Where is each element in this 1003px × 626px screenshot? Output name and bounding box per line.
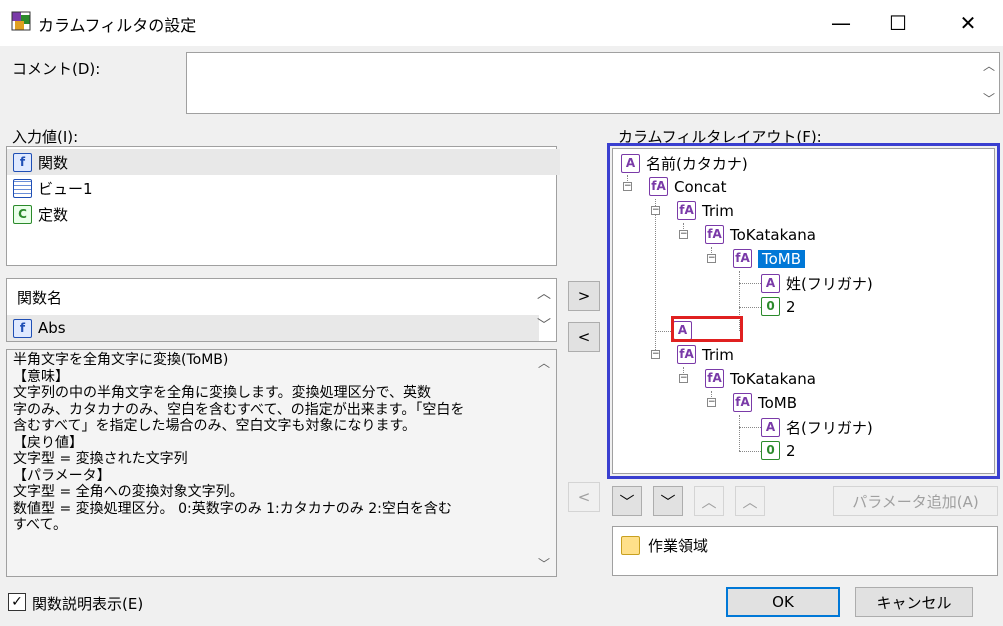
list-item[interactable]: f 関数 — [7, 149, 560, 175]
list-item[interactable]: C 定数 — [7, 201, 68, 227]
move-down-child-button[interactable]: ﹀ — [653, 486, 683, 516]
close-button[interactable]: ✕ — [945, 0, 991, 46]
list-item-label: 関数 — [38, 153, 69, 172]
function-icon: fA — [733, 393, 752, 412]
tree-node-selected[interactable]: fA ToMB — [733, 249, 806, 268]
collapse-icon[interactable]: − — [707, 254, 716, 263]
tree-node[interactable]: A 名(フリガナ) — [761, 417, 873, 438]
workspace-panel[interactable]: 作業領域 — [612, 526, 998, 576]
tree-node[interactable]: fA ToMB — [733, 393, 797, 412]
cancel-button[interactable]: キャンセル — [855, 587, 973, 617]
add-right-button[interactable]: > — [568, 281, 600, 311]
tree-node[interactable]: fA ToKatakana — [705, 369, 816, 388]
comment-scrollbar[interactable]: ︿ ﹀ — [979, 53, 999, 113]
function-icon: fA — [677, 201, 696, 220]
chevron-down-icon: ﹀ — [619, 492, 635, 511]
function-icon: fA — [677, 345, 696, 364]
empty-parameter-highlight — [671, 316, 743, 342]
tree-node[interactable]: 0 2 — [761, 441, 796, 460]
function-icon: fA — [705, 369, 724, 388]
collapse-icon[interactable]: − — [651, 206, 660, 215]
move-left-button[interactable]: < — [568, 482, 600, 512]
scroll-down-icon[interactable]: ﹀ — [534, 315, 554, 335]
app-icon — [10, 10, 32, 32]
scroll-down-icon[interactable]: ﹀ — [979, 90, 999, 107]
list-item[interactable]: ビュー1 — [7, 175, 93, 201]
layout-tree[interactable]: − − − − − − − A 名前(カタカナ) fA Concat fA Tr… — [612, 148, 995, 474]
collapse-icon[interactable]: − — [651, 350, 660, 359]
function-icon: fA — [649, 177, 668, 196]
list-item-label: ビュー1 — [38, 179, 93, 198]
scroll-up-icon[interactable]: ︿ — [534, 283, 554, 303]
list-item[interactable]: f Abs — [7, 315, 539, 341]
chevron-down-plus-icon: ﹀ — [660, 492, 676, 511]
constant-icon: 0 — [761, 297, 780, 316]
function-list[interactable]: 関数名 f Abs ︿ ﹀ — [6, 278, 557, 342]
scroll-down-icon[interactable]: ﹀ — [534, 555, 554, 572]
collapse-icon[interactable]: − — [679, 230, 688, 239]
comment-label: コメント(D): — [12, 60, 101, 78]
constant-icon: 0 — [761, 441, 780, 460]
tree-node[interactable]: fA ToKatakana — [705, 225, 816, 244]
attribute-icon: A — [621, 154, 640, 173]
attribute-icon: A — [761, 274, 780, 293]
remove-left-button[interactable]: < — [568, 322, 600, 352]
workspace-item[interactable]: 作業領域 — [621, 535, 708, 556]
list-item-label: Abs — [38, 319, 66, 337]
tree-node[interactable]: 0 2 — [761, 297, 796, 316]
input-label: 入力値(I): — [12, 128, 79, 146]
add-parameter-button[interactable]: パラメータ追加(A) — [833, 486, 998, 516]
show-description-checkbox[interactable]: ✓ — [8, 593, 26, 611]
tree-node[interactable]: A 姓(フリガナ) — [761, 273, 873, 294]
window-title: カラムフィルタの設定 — [38, 16, 197, 35]
function-list-scrollbar[interactable]: ︿ ﹀ — [534, 283, 554, 339]
collapse-icon[interactable]: − — [707, 398, 716, 407]
attribute-icon: A — [761, 418, 780, 437]
function-icon: fA — [733, 249, 752, 268]
grid-view-icon — [13, 178, 32, 198]
ok-button[interactable]: OK — [726, 587, 840, 617]
maximize-button[interactable]: ☐ — [875, 0, 921, 46]
tree-node[interactable]: fA Trim — [677, 345, 734, 364]
collapse-icon[interactable]: − — [623, 182, 632, 191]
tree-node[interactable]: A 名前(カタカナ) — [621, 153, 748, 174]
list-item-label: 定数 — [38, 205, 69, 224]
move-down-button[interactable]: ﹀ — [612, 486, 642, 516]
minimize-button[interactable]: — — [818, 0, 864, 46]
show-description-label: 関数説明表示(E) — [32, 595, 144, 613]
collapse-icon[interactable]: − — [679, 374, 688, 383]
function-icon: f — [13, 318, 32, 338]
function-book-icon: f — [13, 152, 32, 172]
scroll-up-icon[interactable]: ︿ — [979, 57, 999, 74]
chevron-up-plus-icon: ︿ — [742, 492, 758, 511]
function-icon: fA — [705, 225, 724, 244]
tree-node[interactable]: fA Concat — [649, 177, 726, 196]
description-text: 半角文字を全角文字に変換(ToMB) 【意味】 文字列の中の半角文字を全角に変換… — [13, 352, 465, 533]
workspace-note-icon — [621, 536, 640, 555]
move-up-child-button[interactable]: ︿ — [735, 486, 765, 516]
chevron-up-icon: ︿ — [701, 492, 717, 511]
input-list[interactable]: f 関数 ビュー1 C 定数 — [6, 146, 560, 266]
constant-icon: C — [13, 204, 32, 224]
description-scrollbar[interactable]: ︿ ﹀ — [534, 354, 554, 572]
function-list-header: 関数名 — [17, 289, 63, 307]
description-panel: 半角文字を全角文字に変換(ToMB) 【意味】 文字列の中の半角文字を全角に変換… — [6, 349, 557, 577]
comment-input[interactable]: ︿ ﹀ — [186, 52, 1000, 114]
move-up-button[interactable]: ︿ — [694, 486, 724, 516]
tree-node[interactable]: fA Trim — [677, 201, 734, 220]
scroll-up-icon[interactable]: ︿ — [534, 354, 554, 371]
